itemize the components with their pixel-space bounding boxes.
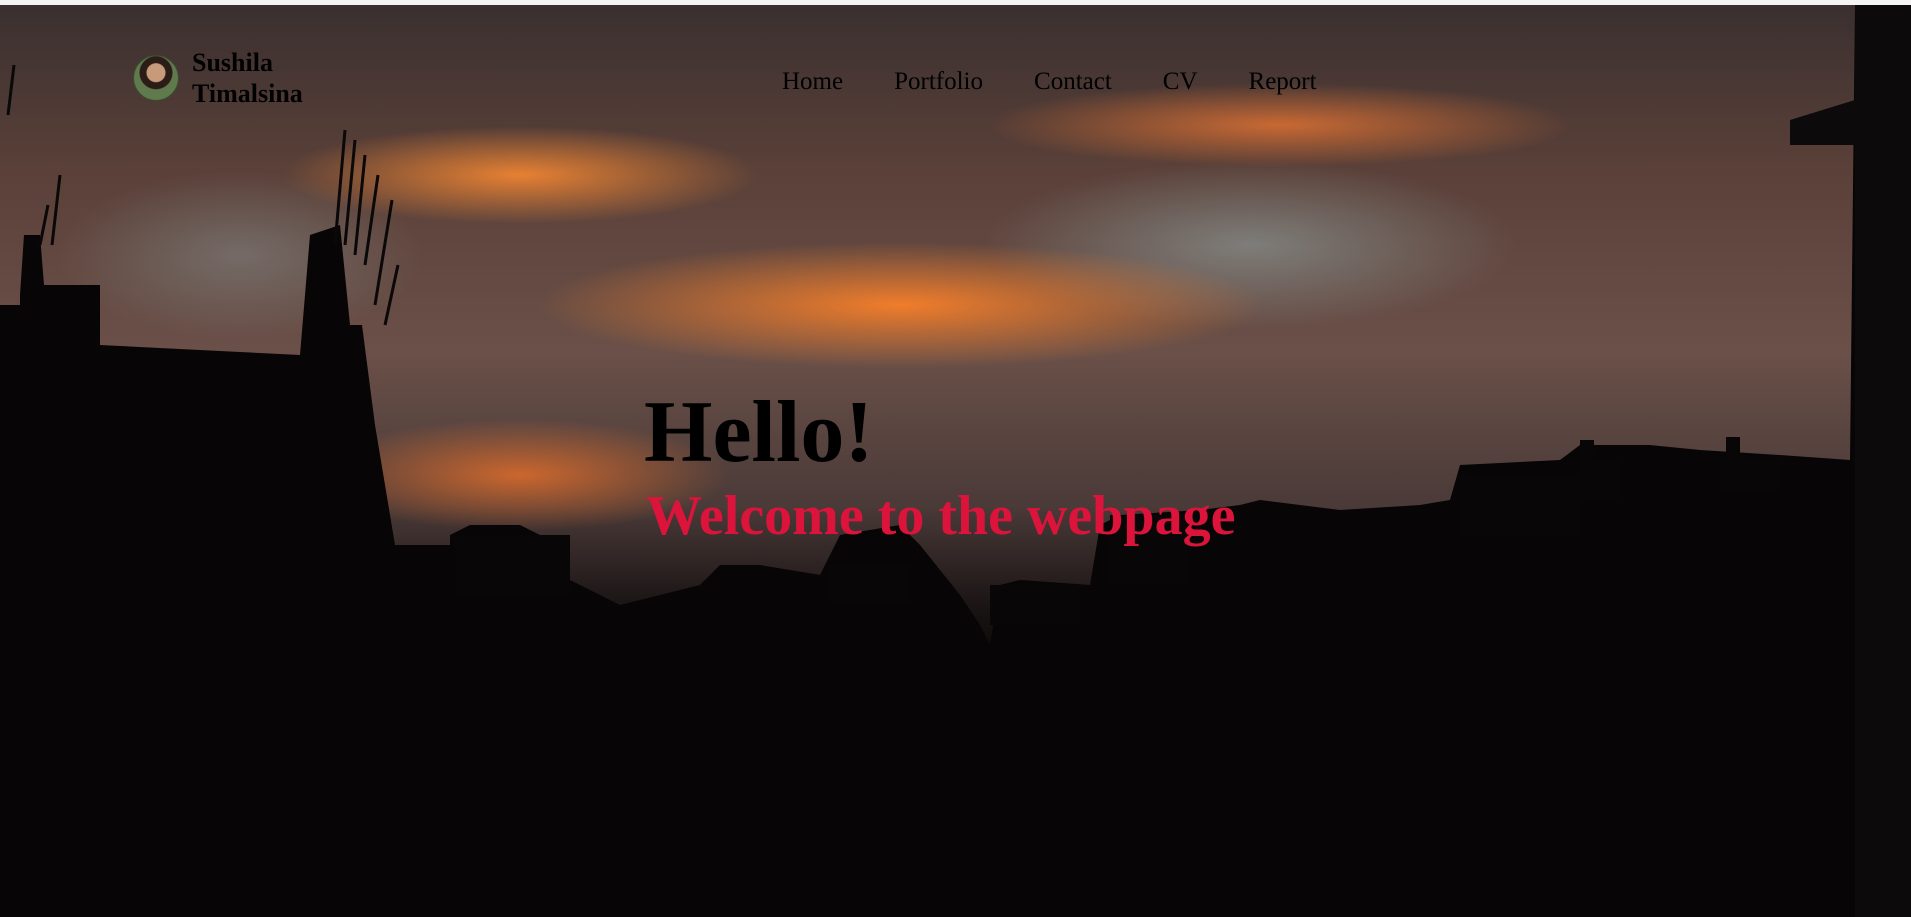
- city-silhouette: [0, 5, 1911, 917]
- hero-welcome-text: Welcome to the webpage: [646, 485, 1236, 547]
- nav-link-report[interactable]: Report: [1249, 66, 1317, 98]
- hero-greeting: Hello!: [644, 384, 874, 481]
- nav-link-contact[interactable]: Contact: [1034, 66, 1112, 98]
- nav-link-cv[interactable]: CV: [1163, 66, 1198, 98]
- avatar: [133, 55, 179, 101]
- hero-section: Sushila Timalsina Home Portfolio Contact…: [0, 5, 1911, 917]
- site-title: Sushila Timalsina: [192, 48, 303, 108]
- nav-link-portfolio[interactable]: Portfolio: [894, 66, 983, 98]
- main-nav: Home Portfolio Contact CV Report: [782, 66, 1317, 98]
- nav-link-home[interactable]: Home: [782, 66, 843, 98]
- brand[interactable]: Sushila Timalsina: [133, 47, 332, 109]
